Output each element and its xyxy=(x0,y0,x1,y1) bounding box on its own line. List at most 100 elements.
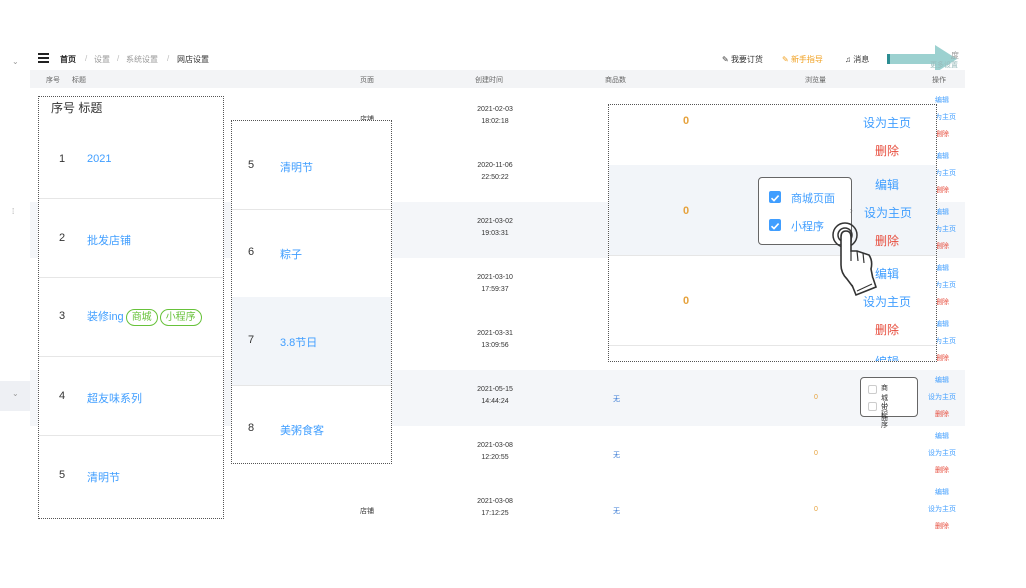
tag-mall: 商城 xyxy=(125,309,158,326)
item-title[interactable]: 装修ing 商城 小程序 xyxy=(87,308,202,326)
list-item[interactable]: 8 美粥食客 xyxy=(232,385,391,463)
order-link[interactable]: ✎ 我要订货 xyxy=(722,54,763,65)
row-views: 0 xyxy=(814,394,818,401)
delete-button[interactable]: 删除 xyxy=(924,518,960,535)
chevron-down-icon[interactable]: ⌄ xyxy=(12,57,19,66)
guide-label: 新手指导 xyxy=(790,55,823,64)
popup-caret-icon: › xyxy=(850,206,853,215)
zoom-title-list-2: 5 清明节 6 粽子 7 3.8节日 8 美粥食客 xyxy=(231,120,392,464)
checkbox-icon[interactable] xyxy=(868,385,877,394)
row-date: 2021-03-08 17:12:25 xyxy=(477,498,513,517)
edit-button[interactable]: 编辑 xyxy=(852,353,922,361)
zoom-title-list: 序号 标题 1 2021 2 批发店铺 3 装修ing 商城 小程序 4 超友味系列… xyxy=(38,96,224,519)
views-value: 0 xyxy=(683,205,690,217)
checkbox-checked-icon[interactable] xyxy=(769,191,781,203)
chevron-down-icon[interactable]: ⌄ xyxy=(12,389,19,398)
list-item[interactable]: 5 清明节 xyxy=(39,435,223,518)
row-date: 2021-03-10 17:59:37 xyxy=(477,274,513,293)
item-title[interactable]: 3.8节日 xyxy=(280,334,317,350)
item-num: 2 xyxy=(59,232,66,244)
item-num: 7 xyxy=(248,334,255,346)
col-products: 商品数 xyxy=(605,77,626,84)
checkbox-label: 商城页面 xyxy=(791,193,835,205)
breadcrumb-sep: / xyxy=(117,54,120,63)
edit-button[interactable]: 编辑 xyxy=(924,484,960,501)
row-actions: 编辑 设为主页 删除 xyxy=(924,428,960,479)
item-num: 5 xyxy=(248,159,255,171)
breadcrumb-home[interactable]: 首页 xyxy=(60,54,76,65)
item-num: 8 xyxy=(248,422,255,434)
row-products: 无 xyxy=(613,508,620,515)
list-item[interactable]: 4 超友味系列 xyxy=(39,356,223,436)
row-views: 0 xyxy=(814,450,818,457)
set-home-button[interactable]: 设为主页 xyxy=(852,114,922,131)
settings-link[interactable]: 更多设置 xyxy=(930,60,958,70)
checkbox-checked-icon[interactable] xyxy=(769,219,781,231)
edit-button[interactable]: 编辑 xyxy=(924,428,960,445)
menu-icon[interactable] xyxy=(38,53,49,63)
page-type-popup: 商城页面 小程序 xyxy=(860,377,918,429)
item-title[interactable]: 批发店铺 xyxy=(87,232,131,248)
item-title[interactable]: 超友味系列 xyxy=(87,390,142,406)
message-link[interactable]: ♫ 消息 xyxy=(845,54,869,65)
item-title-text: 装修ing xyxy=(87,311,124,323)
item-num: 5 xyxy=(59,469,66,481)
list-item[interactable]: 5 清明节 xyxy=(232,121,391,210)
delete-button[interactable]: 删除 xyxy=(924,406,960,423)
set-home-button[interactable]: 设为主页 xyxy=(924,389,960,406)
row-date: 2020-11-06 22:50:22 xyxy=(477,162,513,181)
views-value: 0 xyxy=(683,115,690,127)
table-header: 序号 标题 页面 创建时间 商品数 浏览量 操作 xyxy=(30,70,965,88)
item-title[interactable]: 2021 xyxy=(87,153,111,165)
row-actions: 编辑 设为主页 删除 xyxy=(924,372,960,423)
row-date: 2021-02-03 18:02:18 xyxy=(477,106,513,125)
row-date: 2021-03-08 12:20:55 xyxy=(477,442,513,461)
zoom-list-header: 序号 标题 xyxy=(51,101,103,115)
hand-pointer-icon xyxy=(832,222,877,297)
breadcrumb-item[interactable]: 系统设置 xyxy=(126,54,158,65)
list-item[interactable]: 7 3.8节日 xyxy=(232,297,391,386)
edit-button[interactable]: 编辑 xyxy=(852,176,922,193)
set-home-button[interactable]: 设为主页 xyxy=(924,445,960,462)
tag-miniapp: 小程序 xyxy=(159,309,202,326)
breadcrumb-item[interactable]: 设置 xyxy=(94,54,110,65)
item-title[interactable]: 美粥食客 xyxy=(280,422,324,438)
drag-handle-icon[interactable]: ⁞ xyxy=(12,207,14,216)
top-bar: 首页 / 设置 / 系统设置 / 网店设置 ✎ 我要订货 ✎ 新手指导 ♫ 消息 xyxy=(30,48,970,70)
row-page: 店铺 xyxy=(360,508,374,515)
guide-link[interactable]: ✎ 新手指导 xyxy=(782,54,823,65)
delete-button[interactable]: 删除 xyxy=(924,462,960,479)
breadcrumb-current: 网店设置 xyxy=(177,55,209,64)
set-home-button[interactable]: 设为主页 xyxy=(924,501,960,518)
guide-icon: ✎ xyxy=(782,55,789,64)
checkbox-label: 小程序 xyxy=(881,402,888,429)
breadcrumb-sep: / xyxy=(167,54,170,63)
item-num: 6 xyxy=(248,246,255,258)
delete-button[interactable]: 删除 xyxy=(852,321,922,338)
row-date: 2021-05-15 14:44:24 xyxy=(477,386,513,405)
row-products: 无 xyxy=(613,396,620,403)
edit-button[interactable]: 编辑 xyxy=(924,372,960,389)
row-actions: 编辑 设为主页 删除 xyxy=(924,484,960,535)
item-title[interactable]: 清明节 xyxy=(280,159,313,175)
checkbox-icon[interactable] xyxy=(868,402,877,411)
col-index: 序号 xyxy=(46,77,60,84)
bell-icon: ♫ xyxy=(845,55,851,64)
row-products: 无 xyxy=(613,452,620,459)
list-item[interactable]: 3 装修ing 商城 小程序 xyxy=(39,277,223,357)
list-item[interactable]: 6 粽子 xyxy=(232,209,391,298)
item-num: 3 xyxy=(59,310,66,322)
item-title[interactable]: 粽子 xyxy=(280,246,302,262)
checkbox-mall[interactable]: 商城页面 xyxy=(769,190,849,206)
row-date: 2021-03-02 19:03:31 xyxy=(477,218,513,237)
list-item[interactable]: 2 批发店铺 xyxy=(39,198,223,278)
list-item[interactable]: 1 2021 xyxy=(39,119,223,199)
delete-button[interactable]: 删除 xyxy=(852,142,922,159)
col-page: 页面 xyxy=(360,77,374,84)
zoom-actions-panel: 0 0 0 设为主页 删除 编辑 设为主页 删除 编辑 设为主页 删除 编辑 商… xyxy=(608,104,937,362)
order-label: 我要订货 xyxy=(730,55,763,64)
item-title[interactable]: 清明节 xyxy=(87,469,120,485)
megaphone-icon: ✎ xyxy=(722,55,729,64)
row-date: 2021-03-31 13:09:56 xyxy=(477,330,513,349)
col-actions: 操作 xyxy=(932,77,946,84)
